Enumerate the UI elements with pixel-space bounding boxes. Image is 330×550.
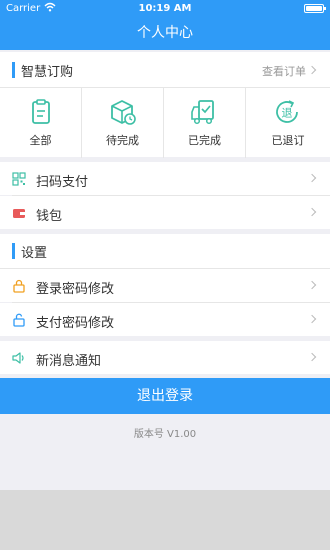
- chevron-right-icon: [307, 207, 317, 217]
- status-time: 10:19 AM: [138, 3, 192, 14]
- package-clock-icon: [111, 100, 136, 125]
- nav-bar: 个人中心: [0, 17, 330, 50]
- order-all-label: 全部: [29, 134, 52, 147]
- order-all-button[interactable]: 全部: [0, 88, 82, 158]
- svg-text:退: 退: [282, 107, 293, 120]
- speaker-icon: [12, 352, 24, 364]
- qr-code-icon: [12, 172, 26, 186]
- refund-icon: 退: [276, 100, 298, 123]
- chevron-right-icon: [307, 65, 317, 75]
- order-pending-button[interactable]: 待完成: [82, 88, 164, 158]
- page-title: 个人中心: [137, 25, 193, 41]
- login-password-label: 登录密码修改: [36, 282, 115, 297]
- truck-check-icon: [191, 100, 214, 125]
- unlock-icon: [13, 313, 25, 327]
- orders-title: 智慧订购: [21, 65, 74, 80]
- notification-label: 新消息通知: [36, 354, 102, 369]
- pay-password-label: 支付密码修改: [36, 316, 115, 331]
- chevron-right-icon: [307, 352, 317, 362]
- scan-pay-row[interactable]: 扫码支付: [0, 162, 330, 195]
- order-refunded-label: 已退订: [271, 134, 305, 147]
- scan-pay-label: 扫码支付: [36, 175, 89, 190]
- status-bar: Carrier 10:19 AM: [0, 0, 330, 17]
- wallet-label: 钱包: [36, 209, 63, 224]
- wallet-row[interactable]: 钱包: [0, 196, 330, 229]
- order-completed-button[interactable]: 已完成: [164, 88, 246, 158]
- notification-row[interactable]: 新消息通知: [0, 341, 330, 374]
- chevron-right-icon: [307, 314, 317, 324]
- order-pending-label: 待完成: [106, 134, 139, 147]
- orders-header[interactable]: 智慧订购 查看订单: [0, 52, 330, 88]
- view-orders-link[interactable]: 查看订单: [262, 63, 306, 79]
- order-refunded-button[interactable]: 退 已退订: [246, 88, 330, 158]
- pay-password-row[interactable]: 支付密码修改: [0, 303, 330, 336]
- lock-icon: [13, 279, 25, 293]
- battery-icon: [304, 4, 326, 13]
- settings-header: 设置: [0, 234, 330, 268]
- clipboard-icon: [32, 99, 50, 124]
- order-completed-label: 已完成: [188, 134, 221, 147]
- logout-button[interactable]: 退出登录: [0, 378, 330, 414]
- settings-title: 设置: [21, 246, 48, 261]
- version-label: 版本号 V1.00: [133, 429, 197, 440]
- login-password-row[interactable]: 登录密码修改: [0, 269, 330, 302]
- section-accent-bar: [12, 243, 15, 259]
- order-status-grid: 全部 待完成 已完成 退 已退订: [0, 87, 330, 158]
- chevron-right-icon: [307, 173, 317, 183]
- chevron-right-icon: [307, 280, 317, 290]
- section-accent-bar: [12, 62, 15, 78]
- wallet-icon: [13, 209, 25, 218]
- bottom-gray-area: [0, 490, 330, 550]
